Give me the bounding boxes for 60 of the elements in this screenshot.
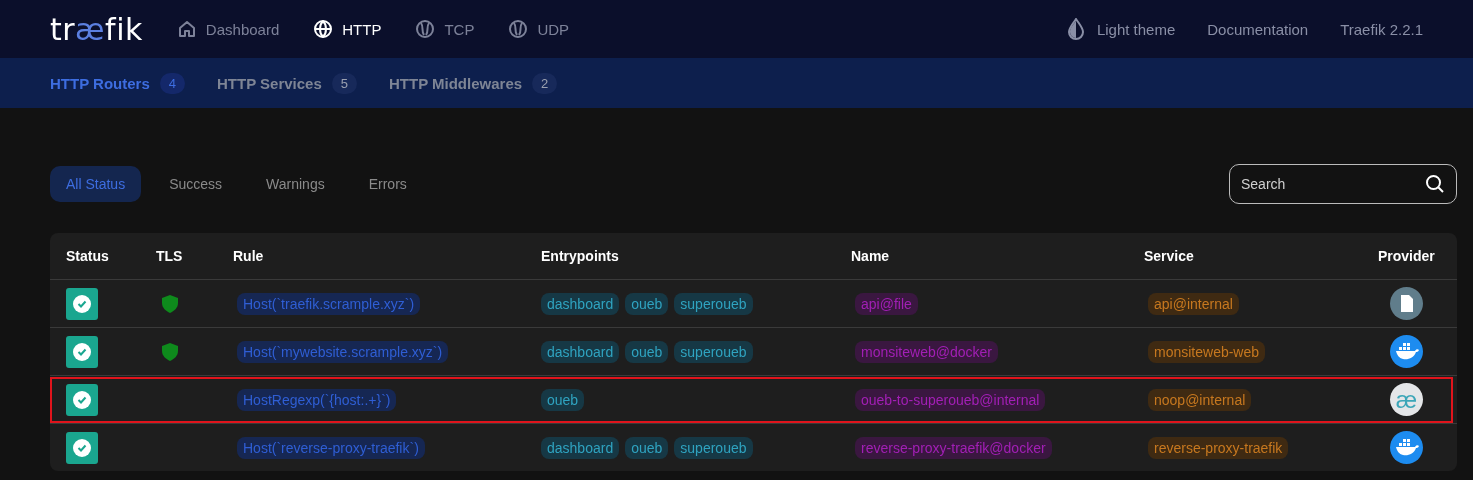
name-tag: oueb-to-superoueb@internal: [855, 388, 1046, 411]
rule-tag: Host(`mywebsite.scrample.xyz`): [237, 340, 449, 363]
entrypoint-tag: dashboard: [541, 436, 620, 459]
logo-text[interactable]: æ: [75, 11, 106, 47]
ball-icon: [415, 19, 436, 39]
sub-tab[interactable]: HTTP Middlewares 2: [389, 72, 558, 94]
drop-icon: [1066, 18, 1085, 40]
whale-icon: [1390, 335, 1423, 368]
globe-icon: [313, 19, 334, 39]
count-badge: 2: [532, 72, 558, 94]
entrypoint-tag: superoueb: [674, 292, 753, 315]
column-header: Entrypoints: [541, 248, 620, 264]
file-icon: [1390, 287, 1423, 320]
status-filter-tab[interactable]: Success: [153, 166, 239, 202]
name-tag: reverse-proxy-traefik@docker: [855, 436, 1052, 459]
status-filter-tab[interactable]: Warnings: [250, 166, 341, 202]
entrypoint-tag: oueb: [541, 388, 585, 411]
nav-link[interactable]: Documentation: [1207, 20, 1309, 38]
ball-icon: [508, 19, 529, 39]
name-tag: api@file: [855, 292, 918, 315]
whale-icon: [1390, 431, 1423, 464]
entrypoint-tag: oueb: [625, 340, 669, 363]
sub-tab[interactable]: HTTP Services 5: [216, 72, 357, 94]
column-header: Service: [1144, 248, 1195, 264]
service-tag: reverse-proxy-traefik: [1148, 436, 1289, 459]
rule-tag: HostRegexp(`{host:.+}`): [237, 388, 397, 411]
logo-text[interactable]: fik: [105, 11, 143, 47]
nav-tab[interactable]: UDP: [508, 19, 570, 39]
home-icon: [176, 19, 197, 39]
rule-tag: Host(`reverse-proxy-traefik`): [237, 436, 425, 459]
search-field[interactable]: Search: [1229, 164, 1457, 204]
search-icon: [1425, 174, 1445, 194]
service-tag: monsiteweb-web: [1148, 340, 1266, 363]
theme-link[interactable]: Light theme: [1096, 20, 1176, 38]
name-tag: monsiteweb@docker: [855, 340, 998, 363]
entrypoint-tag: dashboard: [541, 292, 620, 315]
nav-tab[interactable]: Dashboard: [176, 19, 280, 39]
service-tag: api@internal: [1148, 292, 1239, 315]
sub-tab[interactable]: HTTP Routers 4: [50, 72, 185, 94]
entrypoint-tag: superoueb: [674, 340, 753, 363]
entrypoint-tag: oueb: [625, 292, 669, 315]
rule-tag: Host(`traefik.scrample.xyz`): [237, 292, 421, 315]
column-header: Status: [66, 248, 110, 264]
column-header: Rule: [233, 248, 265, 264]
column-header: Provider: [1378, 248, 1436, 264]
count-badge: 5: [331, 72, 357, 94]
nav-link[interactable]: Traefik 2.2.1: [1340, 20, 1423, 38]
status-filter-tab[interactable]: Errors: [352, 166, 423, 202]
nav-tab[interactable]: TCP: [415, 19, 475, 39]
provider-logo: æ: [1390, 383, 1423, 416]
entrypoint-tag: dashboard: [541, 340, 620, 363]
column-header: Name: [851, 248, 891, 264]
logo-text[interactable]: tr: [50, 11, 76, 47]
status-filter-tab[interactable]: All Status: [50, 166, 142, 202]
column-header: TLS: [156, 248, 184, 264]
entrypoint-tag: superoueb: [674, 436, 753, 459]
nav-tab[interactable]: HTTP: [313, 19, 382, 39]
service-tag: noop@internal: [1148, 388, 1252, 411]
entrypoint-tag: oueb: [625, 436, 669, 459]
count-badge: 4: [159, 72, 185, 94]
